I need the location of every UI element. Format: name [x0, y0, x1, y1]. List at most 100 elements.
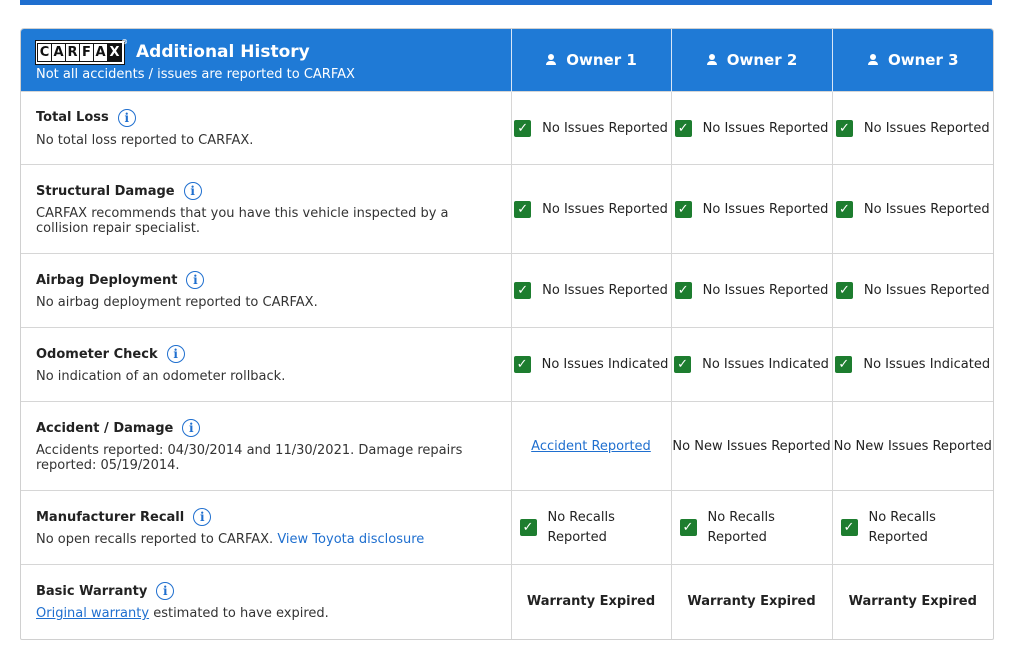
check-icon: ✓: [674, 356, 692, 373]
status-text: Warranty Expired: [687, 594, 816, 610]
status-text: No Issues Reported: [542, 283, 668, 298]
owner-2-cell: No New Issues Reported: [670, 401, 832, 491]
owner-1-header: Owner 1: [510, 29, 671, 92]
status-text: No New Issues Reported: [672, 438, 831, 454]
status-text: No Recalls Reported: [707, 509, 775, 545]
check-icon: ✓: [835, 200, 853, 218]
status-text: No Issues Reported: [542, 120, 668, 136]
check-icon: ✓: [835, 119, 853, 137]
section-title: Additional History: [136, 42, 310, 62]
check-icon: ✓: [514, 200, 532, 218]
row-label-cell: Basic Warranty i Original warranty estima…: [21, 564, 511, 639]
original-warranty-link[interactable]: Original warranty: [36, 606, 149, 621]
status-text: No Issues Indicated: [541, 357, 669, 372]
owner-2-cell: ✓ No Issues Reported: [670, 253, 832, 328]
table-row-structural-damage: Structural Damage i CARFAX recommends tha…: [21, 164, 993, 254]
table-row-odometer-check: Odometer Check i No indication of an odom…: [21, 327, 993, 402]
row-label-cell: Total Loss i No total loss reported to CA…: [21, 91, 511, 165]
owner-3-cell: Warranty Expired: [831, 564, 993, 639]
owner-1-cell: ✓ No Issues Reported: [510, 164, 671, 254]
owner-1-cell: ✓ No Recalls Reported: [510, 490, 671, 565]
table-row-accident-damage: Accident / Damage i Accidents reported: 0…: [21, 401, 993, 491]
toyota-disclosure-link[interactable]: View Toyota disclosure: [277, 532, 424, 547]
owner-label: Owner 2: [726, 51, 798, 69]
logo-letter: C: [37, 42, 52, 62]
section-subtitle: Not all accidents / issues are reported …: [36, 66, 355, 82]
row-label-cell: Odometer Check i No indication of an odom…: [21, 327, 511, 402]
table-row-airbag-deployment: Airbag Deployment i No airbag deployment …: [21, 253, 993, 328]
check-icon: ✓: [840, 519, 858, 536]
info-icon[interactable]: i: [183, 182, 202, 200]
owner-3-cell: ✓ No Issues Reported: [831, 253, 993, 328]
check-icon: ✓: [835, 282, 853, 299]
status-text: No Issues Reported: [702, 283, 829, 298]
check-icon: ✓: [514, 282, 532, 299]
owner-3-header: Owner 3: [831, 29, 993, 92]
check-icon: ✓: [514, 119, 532, 137]
owner-label: Owner 1: [566, 51, 637, 69]
row-description: estimated to have expired.: [153, 606, 329, 622]
owner-3-cell: No New Issues Reported: [831, 401, 993, 491]
owner-3-cell: ✓ No Issues Reported: [831, 164, 993, 254]
row-label: Manufacturer Recall: [36, 509, 185, 525]
check-icon: ✓: [519, 519, 537, 536]
owner-1-cell: Warranty Expired: [510, 564, 671, 639]
status-text: No Issues Reported: [542, 201, 668, 217]
carfax-logo: C A R F A X ®: [35, 38, 128, 65]
row-label-cell: Accident / Damage i Accidents reported: 0…: [21, 401, 511, 491]
status-text: No Issues Reported: [702, 201, 829, 217]
row-label-cell: Airbag Deployment i No airbag deployment …: [21, 253, 511, 328]
owner-1-cell: ✓ No Issues Indicated: [510, 327, 671, 402]
info-icon[interactable]: i: [193, 508, 212, 526]
row-label-cell: Manufacturer Recall i No open recalls rep…: [21, 490, 511, 565]
row-label: Total Loss: [36, 110, 109, 125]
logo-letter: A: [93, 42, 108, 62]
owner-label: Owner 3: [887, 51, 959, 69]
logo-letter: R: [65, 42, 80, 62]
info-icon[interactable]: i: [186, 271, 205, 289]
owner-2-header: Owner 2: [670, 29, 832, 92]
check-icon: ✓: [674, 200, 692, 218]
owner-2-cell: ✓ No Issues Reported: [670, 164, 832, 254]
status-text: No Issues Reported: [863, 201, 990, 217]
row-description: No indication of an odometer rollback.: [36, 369, 286, 384]
check-icon: ✓: [513, 356, 531, 373]
header-title-cell: C A R F A X ® Additional History Not all…: [21, 29, 511, 92]
info-icon[interactable]: i: [117, 108, 136, 127]
logo-trademark: ®: [121, 37, 128, 46]
owner-2-cell: ✓ No Issues Indicated: [670, 327, 832, 402]
row-description: No airbag deployment reported to CARFAX.: [36, 295, 318, 310]
status-text: Warranty Expired: [526, 594, 656, 610]
row-label: Accident / Damage: [36, 420, 174, 436]
accident-reported-link[interactable]: Accident Reported: [531, 439, 651, 454]
owner-2-cell: ✓ No Recalls Reported: [670, 490, 832, 565]
table-row-basic-warranty: Basic Warranty i Original warranty estima…: [21, 564, 993, 639]
logo-letter: A: [51, 42, 66, 62]
info-icon[interactable]: i: [166, 345, 185, 363]
status-text: No New Issues Reported: [833, 438, 992, 454]
info-icon[interactable]: i: [182, 419, 201, 437]
table-header: C A R F A X ® Additional History Not all…: [21, 29, 993, 92]
row-description: CARFAX recommends that you have this veh…: [36, 206, 449, 236]
row-description: Accidents reported: 04/30/2014 and 11/30…: [36, 443, 463, 473]
person-icon: [867, 54, 879, 66]
check-icon: ✓: [674, 119, 692, 137]
row-label: Airbag Deployment: [36, 272, 178, 288]
row-description: No open recalls reported to CARFAX.: [36, 532, 274, 547]
owner-1-cell: ✓ No Issues Reported: [510, 253, 671, 328]
status-text: No Issues Reported: [863, 120, 990, 136]
status-text: No Issues Indicated: [863, 357, 991, 372]
status-text: No Issues Reported: [702, 120, 829, 136]
check-icon: ✓: [835, 356, 853, 373]
top-accent-bar: [20, 0, 992, 5]
status-text: No Issues Reported: [863, 283, 990, 298]
owner-1-cell: Accident Reported: [510, 401, 671, 491]
row-label-cell: Structural Damage i CARFAX recommends tha…: [21, 164, 511, 254]
status-text: No Issues Indicated: [702, 357, 829, 372]
owner-3-cell: ✓ No Issues Indicated: [831, 327, 993, 402]
additional-history-table: C A R F A X ® Additional History Not all…: [20, 28, 994, 640]
check-icon: ✓: [679, 519, 697, 536]
status-text: No Recalls Reported: [547, 509, 615, 545]
info-icon[interactable]: i: [156, 582, 175, 601]
status-text: No Recalls Reported: [868, 509, 936, 545]
